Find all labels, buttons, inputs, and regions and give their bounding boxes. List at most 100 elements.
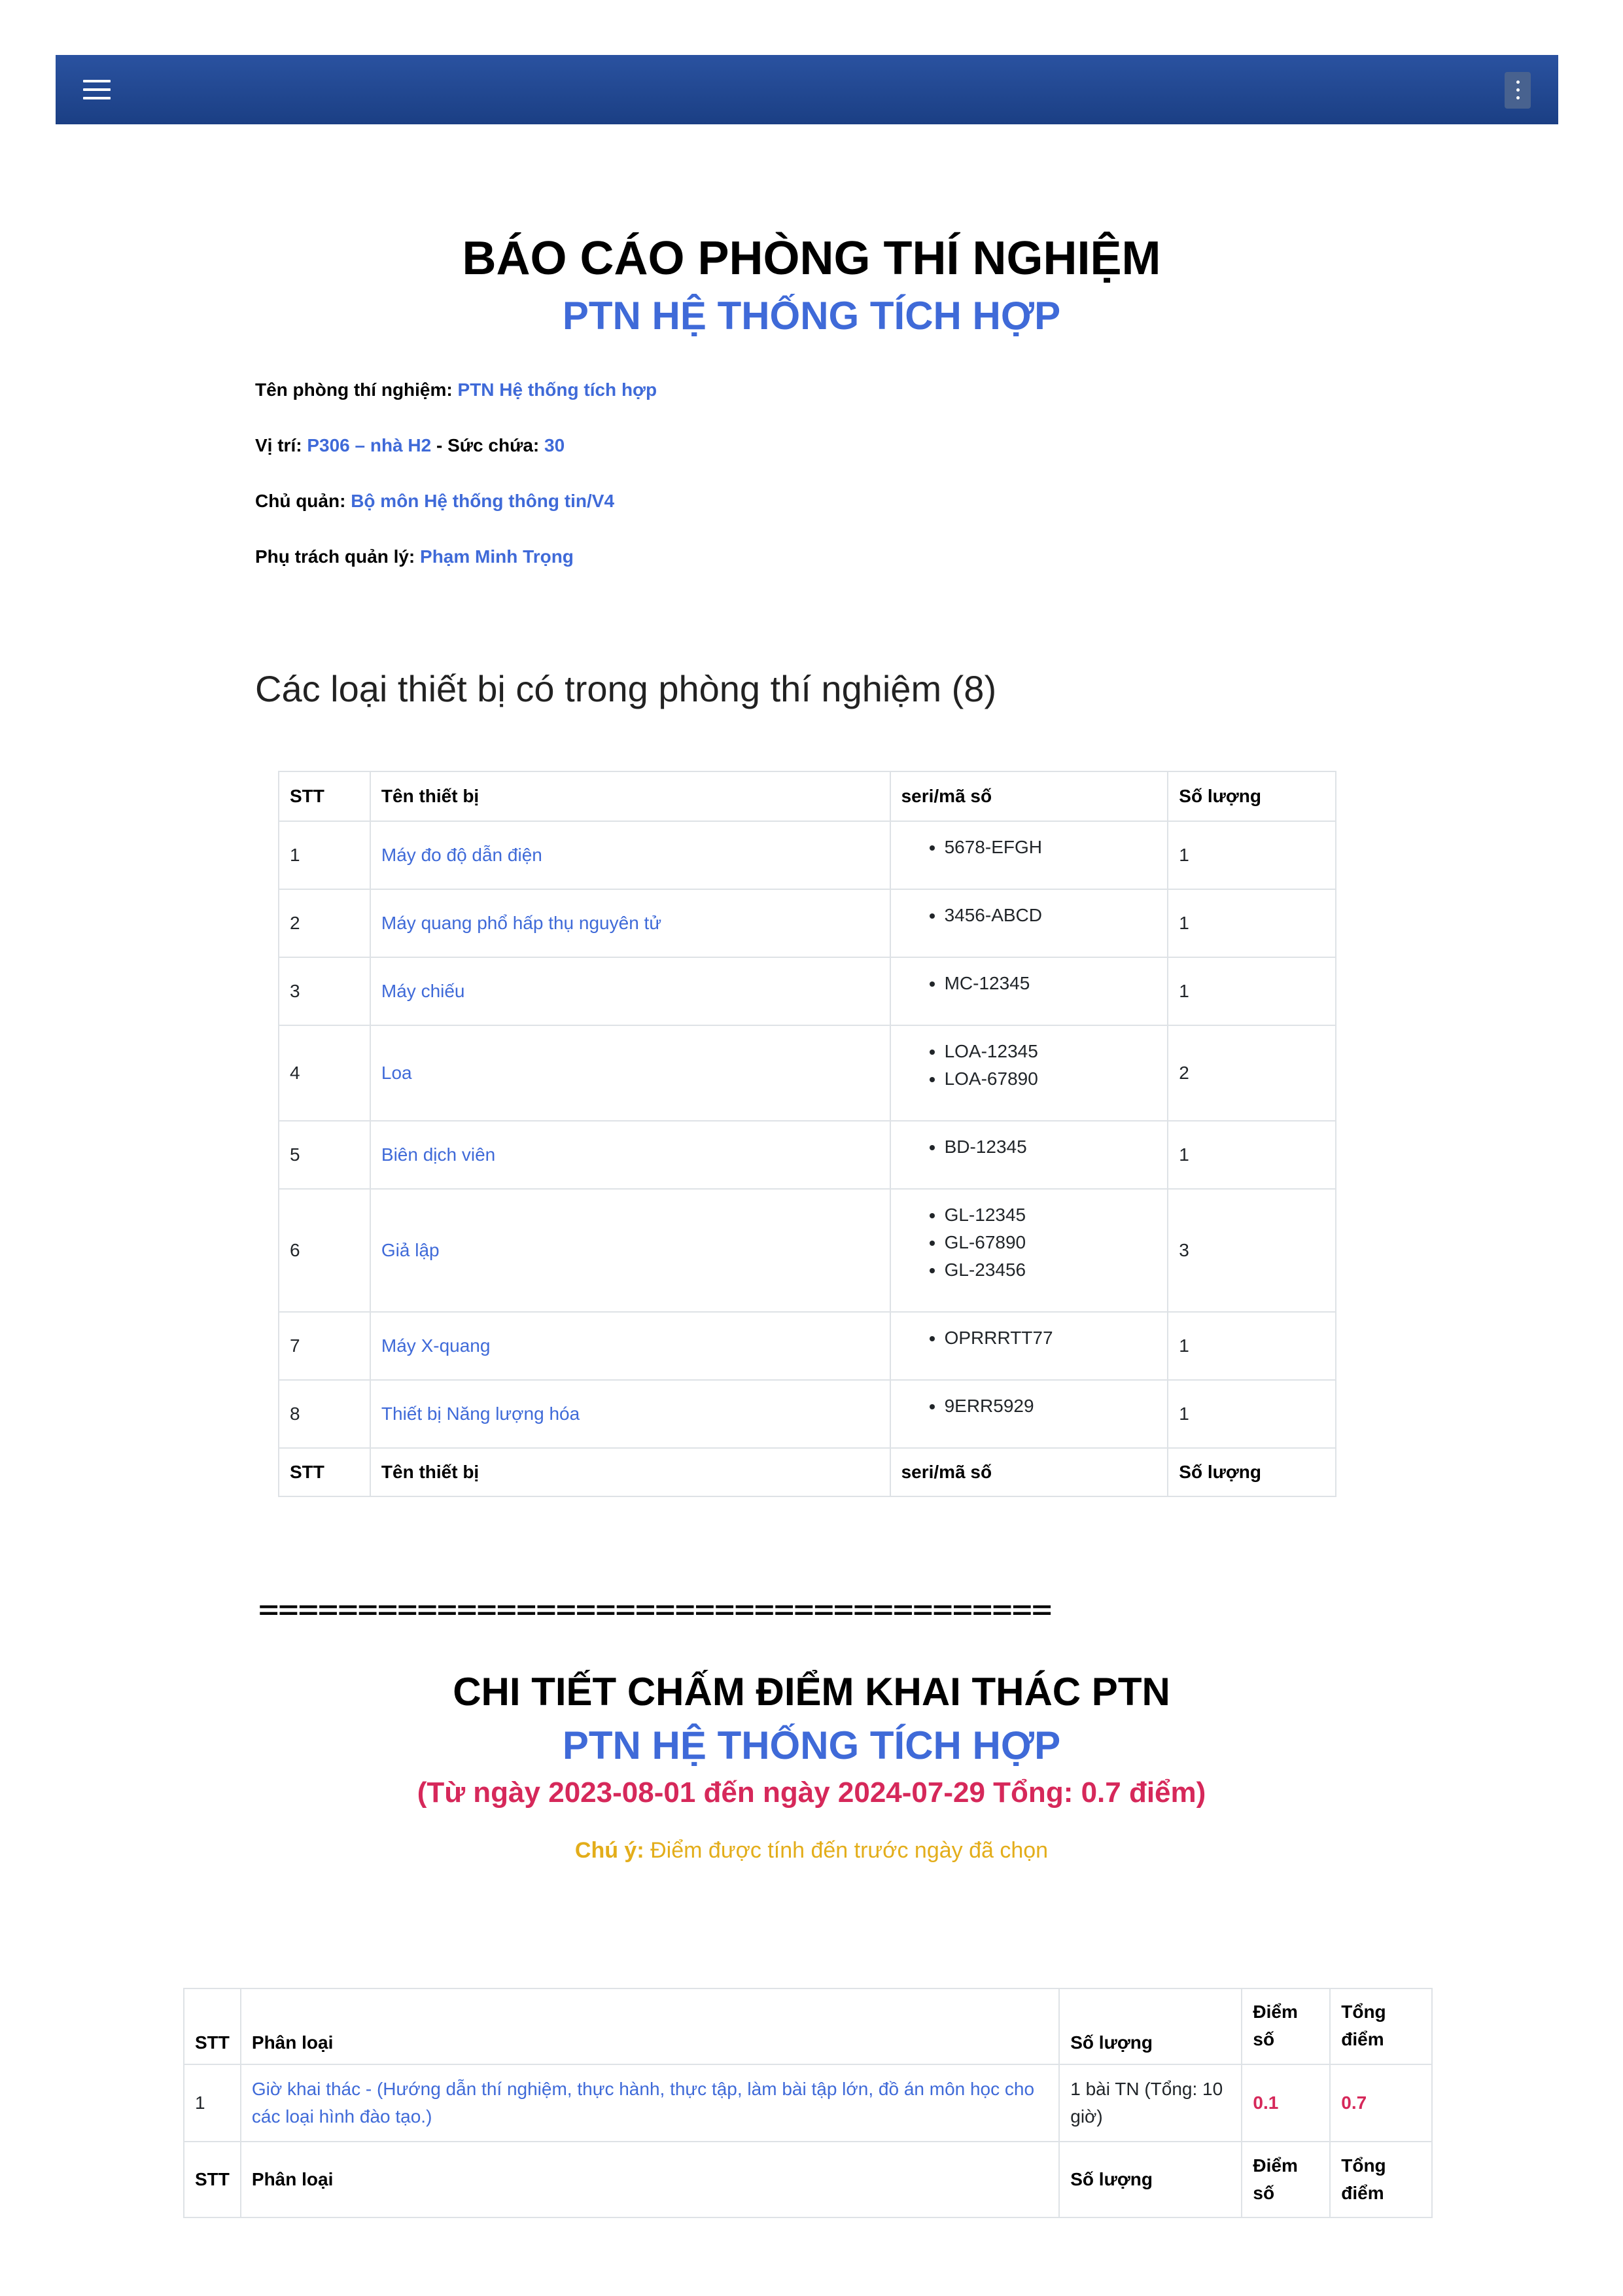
equipment-row: 8 Thiết bị Năng lượng hóa 9ERR5929 1 xyxy=(278,1379,1336,1449)
serial-list: 3456-ABCD xyxy=(901,902,1157,929)
serial-cell: GL-12345GL-67890GL-23456 xyxy=(889,1188,1169,1313)
row-stt: 7 xyxy=(278,1311,371,1381)
col-stt: STT xyxy=(278,771,371,822)
col-quantity: Số lượng xyxy=(1058,1988,1243,2065)
row-quantity: 2 xyxy=(1167,1025,1336,1122)
serial-list: GL-12345GL-67890GL-23456 xyxy=(901,1201,1157,1284)
note-text: Điểm được tính đến trước ngày đã chọn xyxy=(650,1838,1049,1863)
col-quantity: Số lượng xyxy=(1058,2141,1243,2218)
serial-list: LOA-12345LOA-67890 xyxy=(901,1038,1157,1093)
row-stt: 8 xyxy=(278,1379,371,1449)
row-stt: 3 xyxy=(278,957,371,1026)
owner-label: Chủ quản: xyxy=(255,491,346,511)
serial-list: 5678-EFGH xyxy=(901,834,1157,861)
serial-item: 5678-EFGH xyxy=(945,834,1157,861)
col-category: Phân loại xyxy=(239,1988,1060,2065)
device-name-link[interactable]: Giả lập xyxy=(381,1240,440,1260)
row-quantity: 1 xyxy=(1167,889,1336,958)
serial-list: BD-12345 xyxy=(901,1133,1157,1161)
scoring-title: CHI TIẾT CHẤM ĐIỂM KHAI THÁC PTN xyxy=(453,1670,1170,1714)
row-quantity: 1 xyxy=(1167,1311,1336,1381)
serial-item: LOA-12345 xyxy=(945,1038,1157,1065)
serial-list: OPRRRTT77 xyxy=(901,1324,1157,1352)
category-link[interactable]: Giờ khai thác - (Hướng dẫn thí nghiệm, t… xyxy=(252,2079,1034,2127)
scoring-table: STT Phân loại Số lượng Điểm số Tổng điểm… xyxy=(183,1988,1433,2218)
col-device-name: Tên thiết bị xyxy=(369,1447,891,1497)
lab-name-label: Tên phòng thí nghiệm: xyxy=(255,380,453,400)
device-name-cell: Máy chiếu xyxy=(369,957,891,1026)
scoring-date-range: (Từ ngày 2023-08-01 đến ngày 2024-07-29 … xyxy=(417,1776,1206,1809)
equipment-row: 7 Máy X-quang OPRRRTT77 1 xyxy=(278,1311,1336,1381)
serial-cell: OPRRRTT77 xyxy=(889,1311,1169,1381)
serial-item: GL-12345 xyxy=(945,1201,1157,1229)
col-device-name: Tên thiết bị xyxy=(369,771,891,822)
equipment-row: 1 Máy đo độ dẫn điện 5678-EFGH 1 xyxy=(278,821,1336,890)
device-name-link[interactable]: Máy chiếu xyxy=(381,981,465,1001)
serial-cell: MC-12345 xyxy=(889,957,1169,1026)
capacity-label: - Sức chứa: xyxy=(436,435,540,455)
equipment-table: STT Tên thiết bị seri/mã số Số lượng 1 Má… xyxy=(278,771,1336,1497)
scoring-header-row: STT Phân loại Số lượng Điểm số Tổng điểm xyxy=(183,1988,1433,2065)
serial-item: 9ERR5929 xyxy=(945,1392,1157,1420)
report-subtitle: PTN HỆ THỐNG TÍCH HỢP xyxy=(562,294,1061,338)
row-quantity: 1 xyxy=(1167,957,1336,1026)
device-name-link[interactable]: Máy đo độ dẫn điện xyxy=(381,845,542,865)
serial-list: 9ERR5929 xyxy=(901,1392,1157,1420)
owner-value: Bộ môn Hệ thống thông tin/V4 xyxy=(351,491,615,511)
serial-item: GL-67890 xyxy=(945,1229,1157,1256)
col-category: Phân loại xyxy=(239,2141,1060,2218)
manager-row: Phụ trách quản lý: Phạm Minh Trọng xyxy=(255,545,574,569)
serial-cell: LOA-12345LOA-67890 xyxy=(889,1025,1169,1122)
serial-list: MC-12345 xyxy=(901,970,1157,997)
device-name-link[interactable]: Máy quang phổ hấp thụ nguyên tử xyxy=(381,913,661,933)
row-quantity: 1 xyxy=(1167,1379,1336,1449)
manager-label: Phụ trách quản lý: xyxy=(255,546,415,567)
row-stt: 4 xyxy=(278,1025,371,1122)
note-label: Chú ý: xyxy=(574,1838,644,1863)
device-name-cell: Thiết bị Năng lượng hóa xyxy=(369,1379,891,1449)
row-stt: 2 xyxy=(278,889,371,958)
top-navbar xyxy=(56,55,1558,124)
col-stt: STT xyxy=(183,2141,241,2218)
section-separator: ======================================== xyxy=(258,1590,1052,1629)
row-quantity: 3 xyxy=(1167,1188,1336,1313)
row-quantity: 1 xyxy=(1167,1120,1336,1190)
col-serial: seri/mã số xyxy=(889,1447,1169,1497)
serial-item: LOA-67890 xyxy=(945,1065,1157,1093)
serial-item: BD-12345 xyxy=(945,1133,1157,1161)
device-name-cell: Loa xyxy=(369,1025,891,1122)
category-cell: Giờ khai thác - (Hướng dẫn thí nghiệm, t… xyxy=(239,2064,1060,2142)
col-quantity: Số lượng xyxy=(1167,1447,1336,1497)
manager-value: Phạm Minh Trọng xyxy=(420,546,574,567)
equipment-row: 5 Biên dịch viên BD-12345 1 xyxy=(278,1120,1336,1190)
device-name-link[interactable]: Máy X-quang xyxy=(381,1335,491,1356)
row-quantity: 1 bài TN (Tổng: 10 giờ) xyxy=(1058,2064,1243,2142)
col-serial: seri/mã số xyxy=(889,771,1169,822)
equipment-row: 4LoaLOA-12345LOA-678902 xyxy=(278,1025,1336,1122)
device-name-link[interactable]: Thiết bị Năng lượng hóa xyxy=(381,1404,580,1424)
serial-item: 3456-ABCD xyxy=(945,902,1157,929)
device-name-link[interactable]: Loa xyxy=(381,1063,412,1083)
scoring-footer-row: STT Phân loại Số lượng Điểm số Tổng điểm xyxy=(183,2141,1433,2218)
row-stt: 5 xyxy=(278,1120,371,1190)
device-name-cell: Máy X-quang xyxy=(369,1311,891,1381)
kebab-vertical-icon[interactable] xyxy=(1505,72,1531,109)
device-name-cell: Biên dịch viên xyxy=(369,1120,891,1190)
row-quantity: 1 xyxy=(1167,821,1336,890)
col-stt: STT xyxy=(278,1447,371,1497)
equipment-row: 2 Máy quang phổ hấp thụ nguyên tử 3456-ABC… xyxy=(278,889,1336,958)
col-total: Tổng điểm xyxy=(1329,1988,1433,2065)
scoring-note: Chú ý: Điểm được tính đến trước ngày đã … xyxy=(0,1836,1623,1865)
location-row: Vị trí: P306 – nhà H2 - Sức chứa: 30 xyxy=(255,434,565,457)
report-title: BÁO CÁO PHÒNG THÍ NGHIỆM xyxy=(462,232,1161,285)
device-name-cell: Máy đo độ dẫn điện xyxy=(369,821,891,890)
row-stt: 1 xyxy=(183,2064,241,2142)
device-name-link[interactable]: Biên dịch viên xyxy=(381,1144,495,1165)
serial-cell: 9ERR5929 xyxy=(889,1379,1169,1449)
col-total: Tổng điểm xyxy=(1329,2141,1433,2218)
serial-cell: 5678-EFGH xyxy=(889,821,1169,890)
location-label: Vị trí: xyxy=(255,435,302,455)
equipment-row: 3 Máy chiếu MC-12345 1 xyxy=(278,957,1336,1026)
col-quantity: Số lượng xyxy=(1167,771,1336,822)
hamburger-icon[interactable] xyxy=(83,76,113,103)
